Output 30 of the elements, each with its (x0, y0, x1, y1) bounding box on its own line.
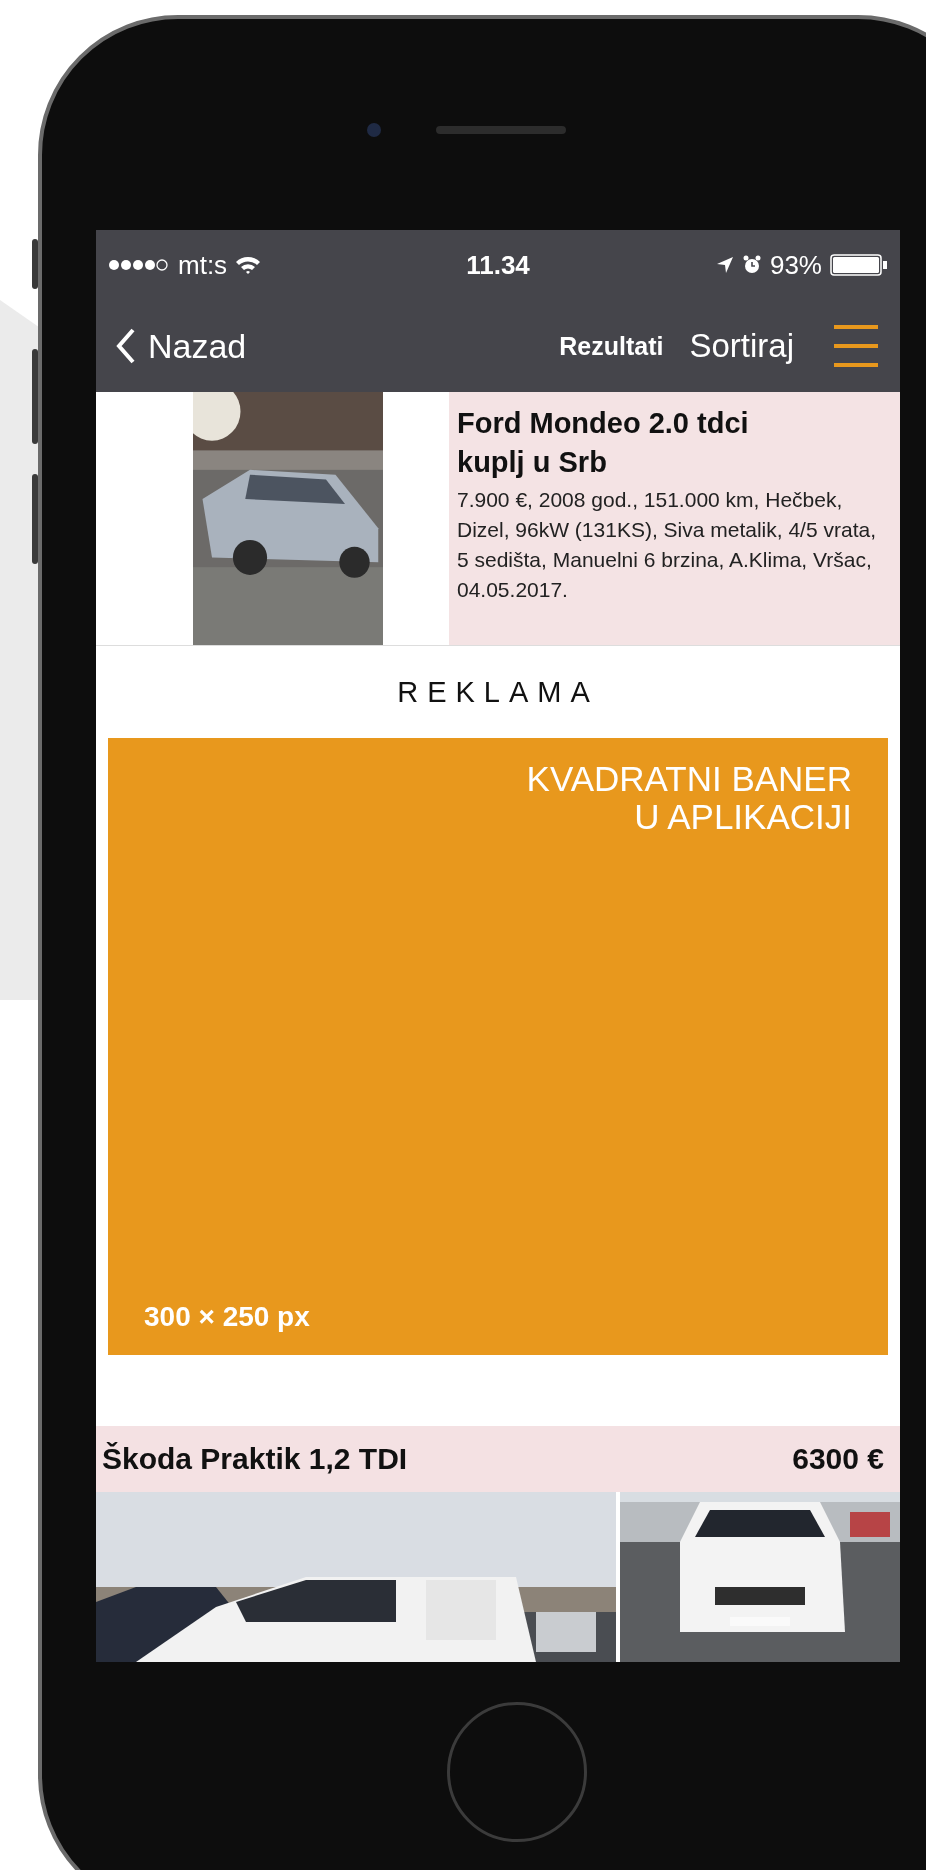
signal-icon (108, 258, 170, 272)
menu-button[interactable] (832, 323, 880, 369)
chevron-left-icon (116, 328, 136, 364)
home-button[interactable] (447, 1702, 587, 1842)
battery-percent: 93% (769, 249, 822, 281)
listing-details: 7.900 €, 2008 god., 151.000 km, Hečbek, Dizel, 96kW (131KS), Siva metalik, 4/5 vrata, 5 sedišta, Manuelni 6 brzina, A.Klima, Vršac, 04.05.2017. (457, 487, 877, 603)
listing-price: 6300 € (792, 1442, 884, 1476)
side-button[interactable] (32, 474, 38, 564)
screen-title: Rezultati (559, 331, 664, 361)
speaker-icon (436, 125, 566, 134)
camera-icon (367, 122, 381, 137)
clock-time: 11.34 (466, 249, 530, 281)
banner-title: U APLIKACIJI (634, 798, 852, 836)
banner-size-text: 300 × 250 px (144, 1301, 311, 1333)
battery-icon (830, 254, 888, 276)
listing-header[interactable]: Škoda Praktik 1,2 TDI 6300 € (96, 1426, 900, 1492)
carrier-name: mt:s (178, 249, 228, 281)
side-button[interactable] (32, 239, 38, 289)
listing-title: Ford Mondeo 2.0 tdci kuplj u Srb (457, 406, 750, 480)
ad-label: REKLAMA (397, 675, 599, 710)
back-button[interactable]: Nazad (116, 326, 247, 366)
side-button[interactable] (32, 349, 38, 444)
menu-icon (832, 323, 880, 369)
location-arrow-icon (715, 256, 734, 274)
banner-title: KVADRATNI BANER (526, 760, 852, 798)
listing-card[interactable]: Ford Mondeo 2.0 tdci kuplj u Srb 7.900 €, 2008 god., 151.000 km, Hečbek, Dizel, 96kW (131KS), Siva metalik, 4/5 vrata, 5 sedišta, Manuelni 6 brzina, A.Klima, Vršac, 04.05.2017. (449, 392, 900, 645)
listing-title: Škoda Praktik 1,2 TDI (102, 1442, 408, 1476)
sort-button[interactable]: Sortiraj (689, 327, 794, 365)
alarm-icon (741, 255, 762, 275)
wifi-icon (235, 255, 262, 275)
